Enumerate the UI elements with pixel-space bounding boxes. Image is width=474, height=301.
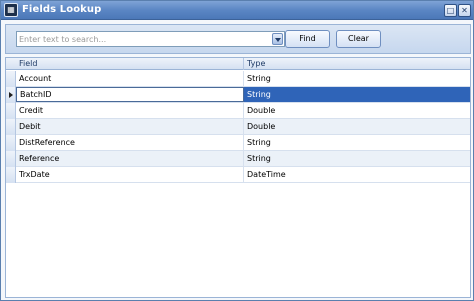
search-input[interactable] [19,33,269,45]
field-cell[interactable]: DistReference [16,135,244,150]
field-cell[interactable]: BatchID [16,87,244,102]
search-panel: Find Clear [5,24,471,54]
type-cell[interactable]: String [244,135,470,150]
column-header-field[interactable]: Field [16,58,244,70]
field-cell[interactable]: Reference [16,151,244,166]
clear-button[interactable]: Clear [336,30,381,48]
search-history-dropdown-button[interactable] [272,33,283,45]
row-indicator[interactable] [6,87,16,103]
fields-grid: Field Type Account String BatchID String… [5,57,471,298]
table-row[interactable]: Debit Double [6,119,470,135]
column-header-type[interactable]: Type [244,58,470,70]
type-cell[interactable]: Double [244,103,470,118]
row-indicator[interactable] [6,71,16,87]
type-cell[interactable]: DateTime [244,167,470,182]
row-indicator[interactable] [6,167,16,183]
row-indicator[interactable] [6,151,16,167]
chevron-down-icon [275,38,281,42]
table-row[interactable]: Account String [6,71,470,87]
row-indicator[interactable] [6,119,16,135]
field-cell[interactable]: TrxDate [16,167,244,182]
type-cell[interactable]: String [244,87,470,102]
maximize-button[interactable]: □ [444,4,457,17]
type-cell[interactable]: Double [244,119,470,134]
search-box [16,31,285,47]
table-row[interactable]: Credit Double [6,103,470,119]
type-cell[interactable]: String [244,151,470,166]
field-cell[interactable]: Debit [16,119,244,134]
table-row[interactable]: BatchID String [6,87,470,103]
close-button[interactable]: ✕ [458,4,471,17]
app-logo-icon: ▦ [4,3,18,17]
type-cell[interactable]: String [244,71,470,86]
window-title: Fields Lookup [22,4,102,15]
table-row[interactable]: DistReference String [6,135,470,151]
current-row-arrow-icon [9,92,13,98]
row-indicator[interactable] [6,135,16,151]
field-cell[interactable]: Account [16,71,244,86]
table-row[interactable]: Reference String [6,151,470,167]
table-row[interactable]: TrxDate DateTime [6,167,470,183]
field-cell[interactable]: Credit [16,103,244,118]
title-bar[interactable]: ▦ Fields Lookup □ ✕ [1,1,473,20]
find-button[interactable]: Find [285,30,330,48]
grid-header: Field Type [6,58,470,70]
fields-lookup-window: ▦ Fields Lookup □ ✕ Find Clear Field Typ… [0,0,474,301]
row-indicator[interactable] [6,103,16,119]
